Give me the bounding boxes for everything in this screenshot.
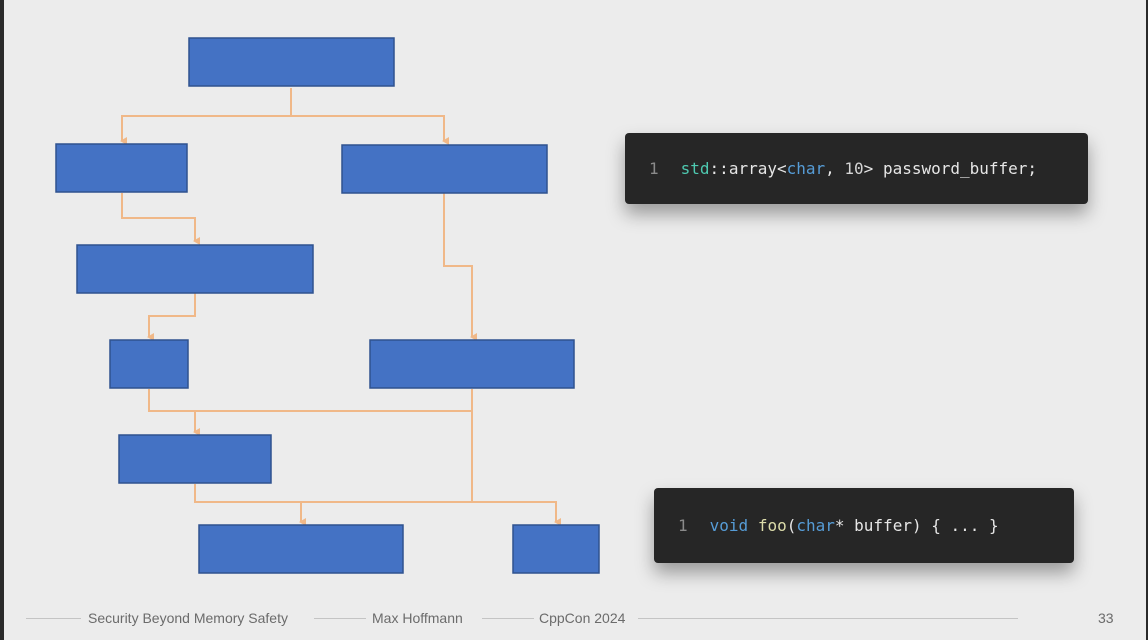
slide-number: 33	[1098, 610, 1114, 626]
code-token: > password_buffer;	[863, 159, 1038, 178]
code-token: void	[709, 516, 749, 535]
code-line: void foo(char* buffer) { ... }	[710, 516, 999, 535]
line-number: 1	[649, 159, 659, 178]
edge-root-to-right	[291, 115, 449, 145]
footer-divider	[638, 618, 1018, 619]
code-token: (	[786, 516, 797, 535]
code-token: ::array<	[709, 159, 787, 178]
line-number: 1	[678, 516, 688, 535]
footer-divider	[482, 618, 534, 619]
footer-divider	[26, 618, 81, 619]
edge-small-to-merge	[148, 389, 472, 412]
node-left	[55, 143, 188, 193]
code-line: std::array<char, 10> password_buffer;	[681, 159, 1037, 178]
edge-root-to-left	[120, 88, 292, 145]
slide: 1 std::array<char, 10> password_buffer; …	[4, 0, 1146, 640]
code-token: ,	[825, 159, 845, 178]
code-panel-function-signature: 1 void foo(char* buffer) { ... }	[654, 488, 1074, 563]
code-token: char	[796, 516, 835, 535]
code-token: std	[680, 159, 710, 178]
edge-right-to-midright	[443, 193, 477, 341]
node-lower	[118, 434, 272, 484]
footer-speaker: Max Hoffmann	[372, 610, 463, 626]
footer-talk-title: Security Beyond Memory Safety	[88, 610, 288, 626]
code-token: foo	[757, 516, 787, 535]
footer-divider	[314, 618, 366, 619]
code-token: * buffer) { ... }	[834, 516, 999, 535]
code-panel-array-declaration: 1 std::array<char, 10> password_buffer;	[625, 133, 1088, 204]
slide-footer: Security Beyond Memory Safety Max Hoffma…	[4, 606, 1146, 630]
edge-wide-to-small	[147, 293, 196, 341]
footer-event: CppCon 2024	[539, 610, 626, 626]
code-token: 10	[844, 159, 864, 178]
graph-nodes	[55, 37, 600, 574]
edge-left-to-wide	[121, 193, 200, 245]
node-small	[109, 339, 189, 389]
node-root	[188, 37, 395, 87]
node-right	[341, 144, 548, 194]
code-token: char	[786, 159, 826, 178]
node-wide	[76, 244, 314, 294]
node-midright	[369, 339, 575, 389]
edge-lower-to-bottom	[194, 484, 561, 526]
node-bottom-small	[512, 524, 600, 574]
node-bottom-wide	[198, 524, 404, 574]
